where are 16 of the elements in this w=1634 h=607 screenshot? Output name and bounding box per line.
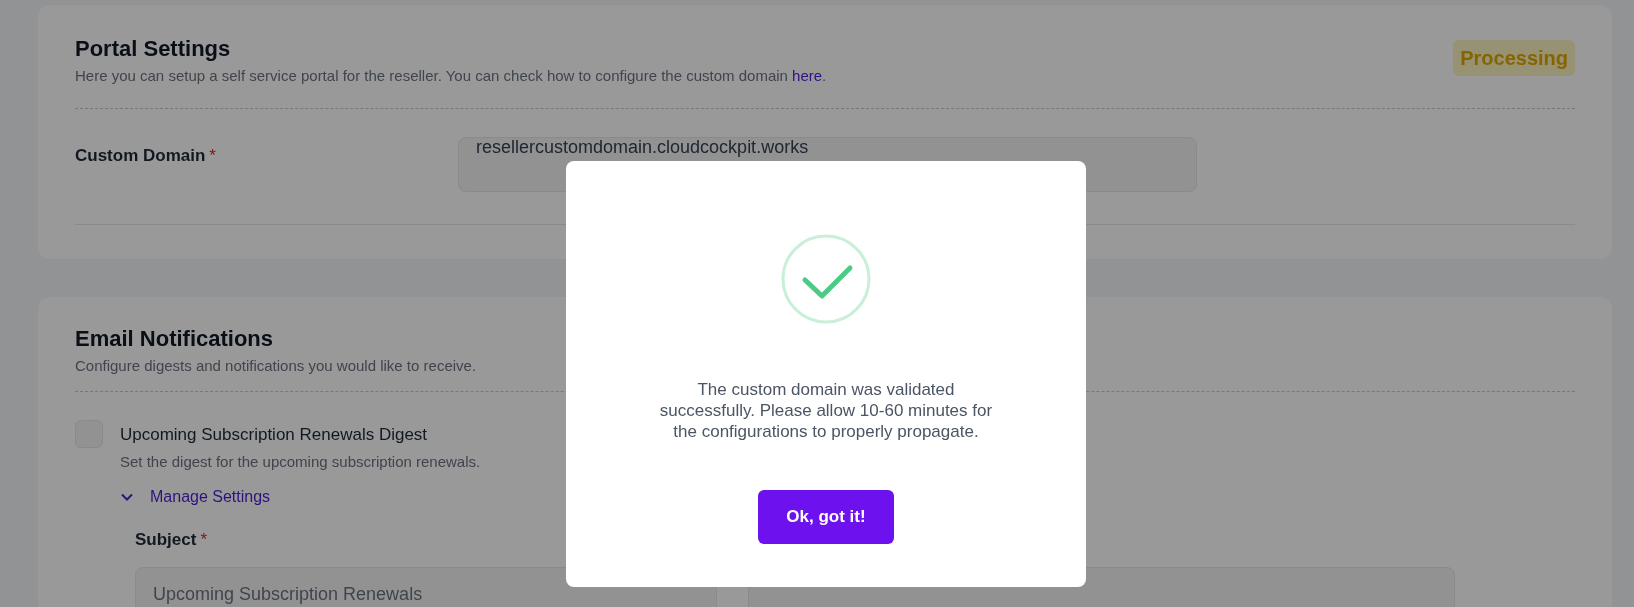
required-mark: *	[209, 144, 216, 167]
dialog-message: The custom domain was validated successfully. Please allow 10-60 minutes for the configurations to properly propagate.	[658, 379, 994, 442]
manage-settings-toggle[interactable]: Manage Settings	[120, 485, 271, 509]
option-label: Upcoming Subscription Renewals Digest	[120, 424, 429, 446]
option-description: Set the digest for the upcoming subscription renewals.	[120, 451, 481, 472]
status-badge: Processing	[1453, 40, 1575, 76]
field-label: Subject	[135, 529, 197, 551]
section-description: Configure digests and notifications you would like to receive.	[75, 355, 478, 376]
section-title: Email Notifications	[75, 324, 275, 353]
help-link[interactable]: here	[792, 67, 823, 84]
field-label: Custom Domain	[75, 144, 206, 167]
checkmark-icon	[780, 233, 872, 325]
confirm-button[interactable]: Ok, got it!	[758, 490, 894, 544]
required-mark: *	[200, 529, 208, 551]
section-description: Here you can setup a self service portal for the reseller. You can check how to configure the custom domain here.	[75, 66, 827, 86]
section-title: Portal Settings	[75, 35, 232, 63]
